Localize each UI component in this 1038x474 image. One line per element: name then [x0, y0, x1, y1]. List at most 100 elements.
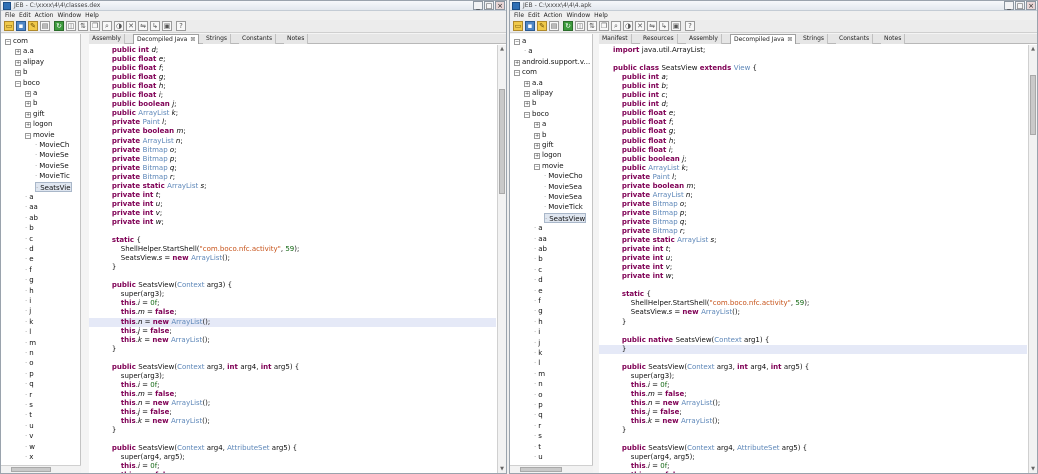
- code-line[interactable]: private Bitmap p;: [89, 155, 496, 164]
- tree-item[interactable]: + logon: [25, 119, 52, 129]
- copy-icon[interactable]: ❐: [599, 21, 609, 31]
- code-line[interactable]: this.i = 0f;: [89, 299, 496, 308]
- tree-item[interactable]: · p: [534, 400, 543, 410]
- code-line[interactable]: ShellHelper.StartShell("com.boco.nfc.act…: [599, 299, 1027, 308]
- expand-icon[interactable]: +: [524, 80, 530, 87]
- tree-item[interactable]: · b: [25, 223, 34, 233]
- code-line[interactable]: this.m = false;: [89, 308, 496, 317]
- code-line[interactable]: private Bitmap o;: [89, 146, 496, 155]
- code-line[interactable]: SeatsView.s = new ArrayList();: [599, 308, 1027, 317]
- tree-item[interactable]: ·v: [25, 431, 33, 441]
- code-line[interactable]: public float f;: [599, 118, 1027, 127]
- tree-item[interactable]: · SeatsView: [544, 212, 587, 223]
- code-line[interactable]: }: [599, 318, 1027, 327]
- expand-icon[interactable]: +: [534, 132, 540, 139]
- menu-help[interactable]: Help: [85, 11, 99, 20]
- tab-decompiled-java[interactable]: Decompiled Java ⊠: [133, 34, 200, 44]
- tree-item[interactable]: · r: [534, 421, 541, 431]
- minimize-button[interactable]: _: [473, 1, 483, 10]
- scroll-down-icon[interactable]: ▼: [498, 465, 506, 473]
- tree-item[interactable]: − movie: [534, 161, 564, 171]
- close-button[interactable]: ×: [1026, 1, 1036, 10]
- code-line[interactable]: private int v;: [599, 263, 1027, 272]
- tree-item[interactable]: · a: [534, 223, 543, 233]
- tree-item[interactable]: + b: [524, 98, 536, 108]
- code-line[interactable]: this.k = new ArrayList();: [89, 336, 496, 345]
- code-line[interactable]: private Bitmap p;: [599, 209, 1027, 218]
- tree-item[interactable]: · l: [534, 358, 540, 368]
- tree-item[interactable]: · aa: [25, 202, 38, 212]
- menu-edit[interactable]: Edit: [19, 11, 31, 20]
- code-line[interactable]: static {: [89, 236, 496, 245]
- tab-notes[interactable]: Notes: [284, 34, 309, 44]
- tree-item[interactable]: · j: [534, 338, 540, 348]
- code-line[interactable]: this.n = new ArrayList();: [599, 399, 1027, 408]
- code-line[interactable]: public float f;: [89, 64, 496, 73]
- tree-item[interactable]: · e: [25, 254, 34, 264]
- tab-assembly[interactable]: Assembly: [686, 34, 722, 44]
- code-line[interactable]: public SeatsView(Context arg3, int arg4,…: [599, 363, 1027, 372]
- tree-item[interactable]: + b: [534, 130, 546, 140]
- collapse-icon[interactable]: −: [5, 39, 11, 45]
- tree-item[interactable]: − movie: [25, 130, 55, 140]
- tree-item[interactable]: · e: [534, 286, 543, 296]
- code-line[interactable]: private boolean m;: [599, 182, 1027, 191]
- code-line[interactable]: this.m = false;: [89, 471, 496, 473]
- close-tab-icon[interactable]: ⊠: [190, 36, 195, 43]
- tree-item[interactable]: · j: [25, 306, 31, 316]
- expand-icon[interactable]: +: [25, 111, 31, 118]
- tree-item[interactable]: · g: [25, 275, 34, 285]
- code-line[interactable]: }: [599, 426, 1027, 435]
- tree-item[interactable]: · q: [25, 379, 34, 389]
- code-line[interactable]: private Bitmap r;: [89, 173, 496, 182]
- code-line[interactable]: this.i = 0f;: [599, 462, 1027, 471]
- vertical-scrollbar[interactable]: ▲ ▼: [497, 45, 506, 473]
- tree-item[interactable]: + android.support.v...: [514, 57, 590, 67]
- code-line[interactable]: [599, 327, 1027, 336]
- code-line[interactable]: private Paint l;: [89, 118, 496, 127]
- collapse-icon[interactable]: −: [15, 80, 21, 87]
- tree-item[interactable]: · f: [534, 296, 541, 306]
- title-bar[interactable]: JEB - C:\xxxx\4\4\classes.dex _ □ ×: [1, 1, 506, 11]
- code-line[interactable]: private Bitmap o;: [599, 200, 1027, 209]
- menu-action[interactable]: Action: [544, 11, 563, 20]
- code-line[interactable]: [599, 435, 1027, 444]
- tree-item[interactable]: · m: [534, 369, 545, 379]
- code-line[interactable]: private static ArrayList s;: [89, 182, 496, 191]
- code-line[interactable]: import java.util.ArrayList;: [599, 46, 1027, 55]
- tree-item[interactable]: · c: [534, 265, 542, 275]
- code-line[interactable]: public float i;: [599, 146, 1027, 155]
- expand-icon[interactable]: +: [15, 59, 21, 66]
- navigate-icon[interactable]: ⇅: [587, 21, 597, 31]
- tree-item[interactable]: · MovieSea: [544, 182, 582, 192]
- tree-item[interactable]: · p: [25, 369, 34, 379]
- tree-horizontal-scrollbar[interactable]: [1, 465, 81, 473]
- decompile-icon[interactable]: ✎: [537, 21, 547, 31]
- code-line[interactable]: public SeatsView(Context arg3) {: [89, 281, 496, 290]
- code-line[interactable]: SeatsView.s = new ArrayList();: [89, 254, 496, 263]
- code-line[interactable]: }: [89, 345, 496, 354]
- code-line[interactable]: super(arg4, arg5);: [599, 453, 1027, 462]
- menu-window[interactable]: Window: [57, 11, 81, 20]
- code-line[interactable]: private ArrayList n;: [599, 191, 1027, 200]
- code-line[interactable]: public float h;: [599, 137, 1027, 146]
- code-line[interactable]: private ArrayList n;: [89, 137, 496, 146]
- tree-item[interactable]: · u: [534, 452, 543, 462]
- code-line[interactable]: public int a;: [599, 73, 1027, 82]
- code-line[interactable]: this.j = false;: [599, 408, 1027, 417]
- code-line[interactable]: private int w;: [599, 272, 1027, 281]
- rename-icon[interactable]: ✕: [126, 21, 136, 31]
- code-line[interactable]: private Bitmap r;: [599, 227, 1027, 236]
- collapse-icon[interactable]: −: [514, 70, 520, 77]
- save-icon[interactable]: ▪: [525, 21, 535, 31]
- collapse-icon[interactable]: −: [514, 39, 520, 45]
- menu-edit[interactable]: Edit: [528, 11, 540, 20]
- tree-item[interactable]: · aa: [534, 234, 547, 244]
- code-line[interactable]: public SeatsView(Context arg3, int arg4,…: [89, 363, 496, 372]
- options-icon[interactable]: ▤: [549, 21, 559, 31]
- tree-item[interactable]: · f: [25, 265, 32, 275]
- cross-ref-icon[interactable]: ⇋: [647, 21, 657, 31]
- tree-item[interactable]: · g: [534, 306, 543, 316]
- tree-item[interactable]: · n: [25, 348, 34, 358]
- minimize-button[interactable]: _: [1004, 1, 1014, 10]
